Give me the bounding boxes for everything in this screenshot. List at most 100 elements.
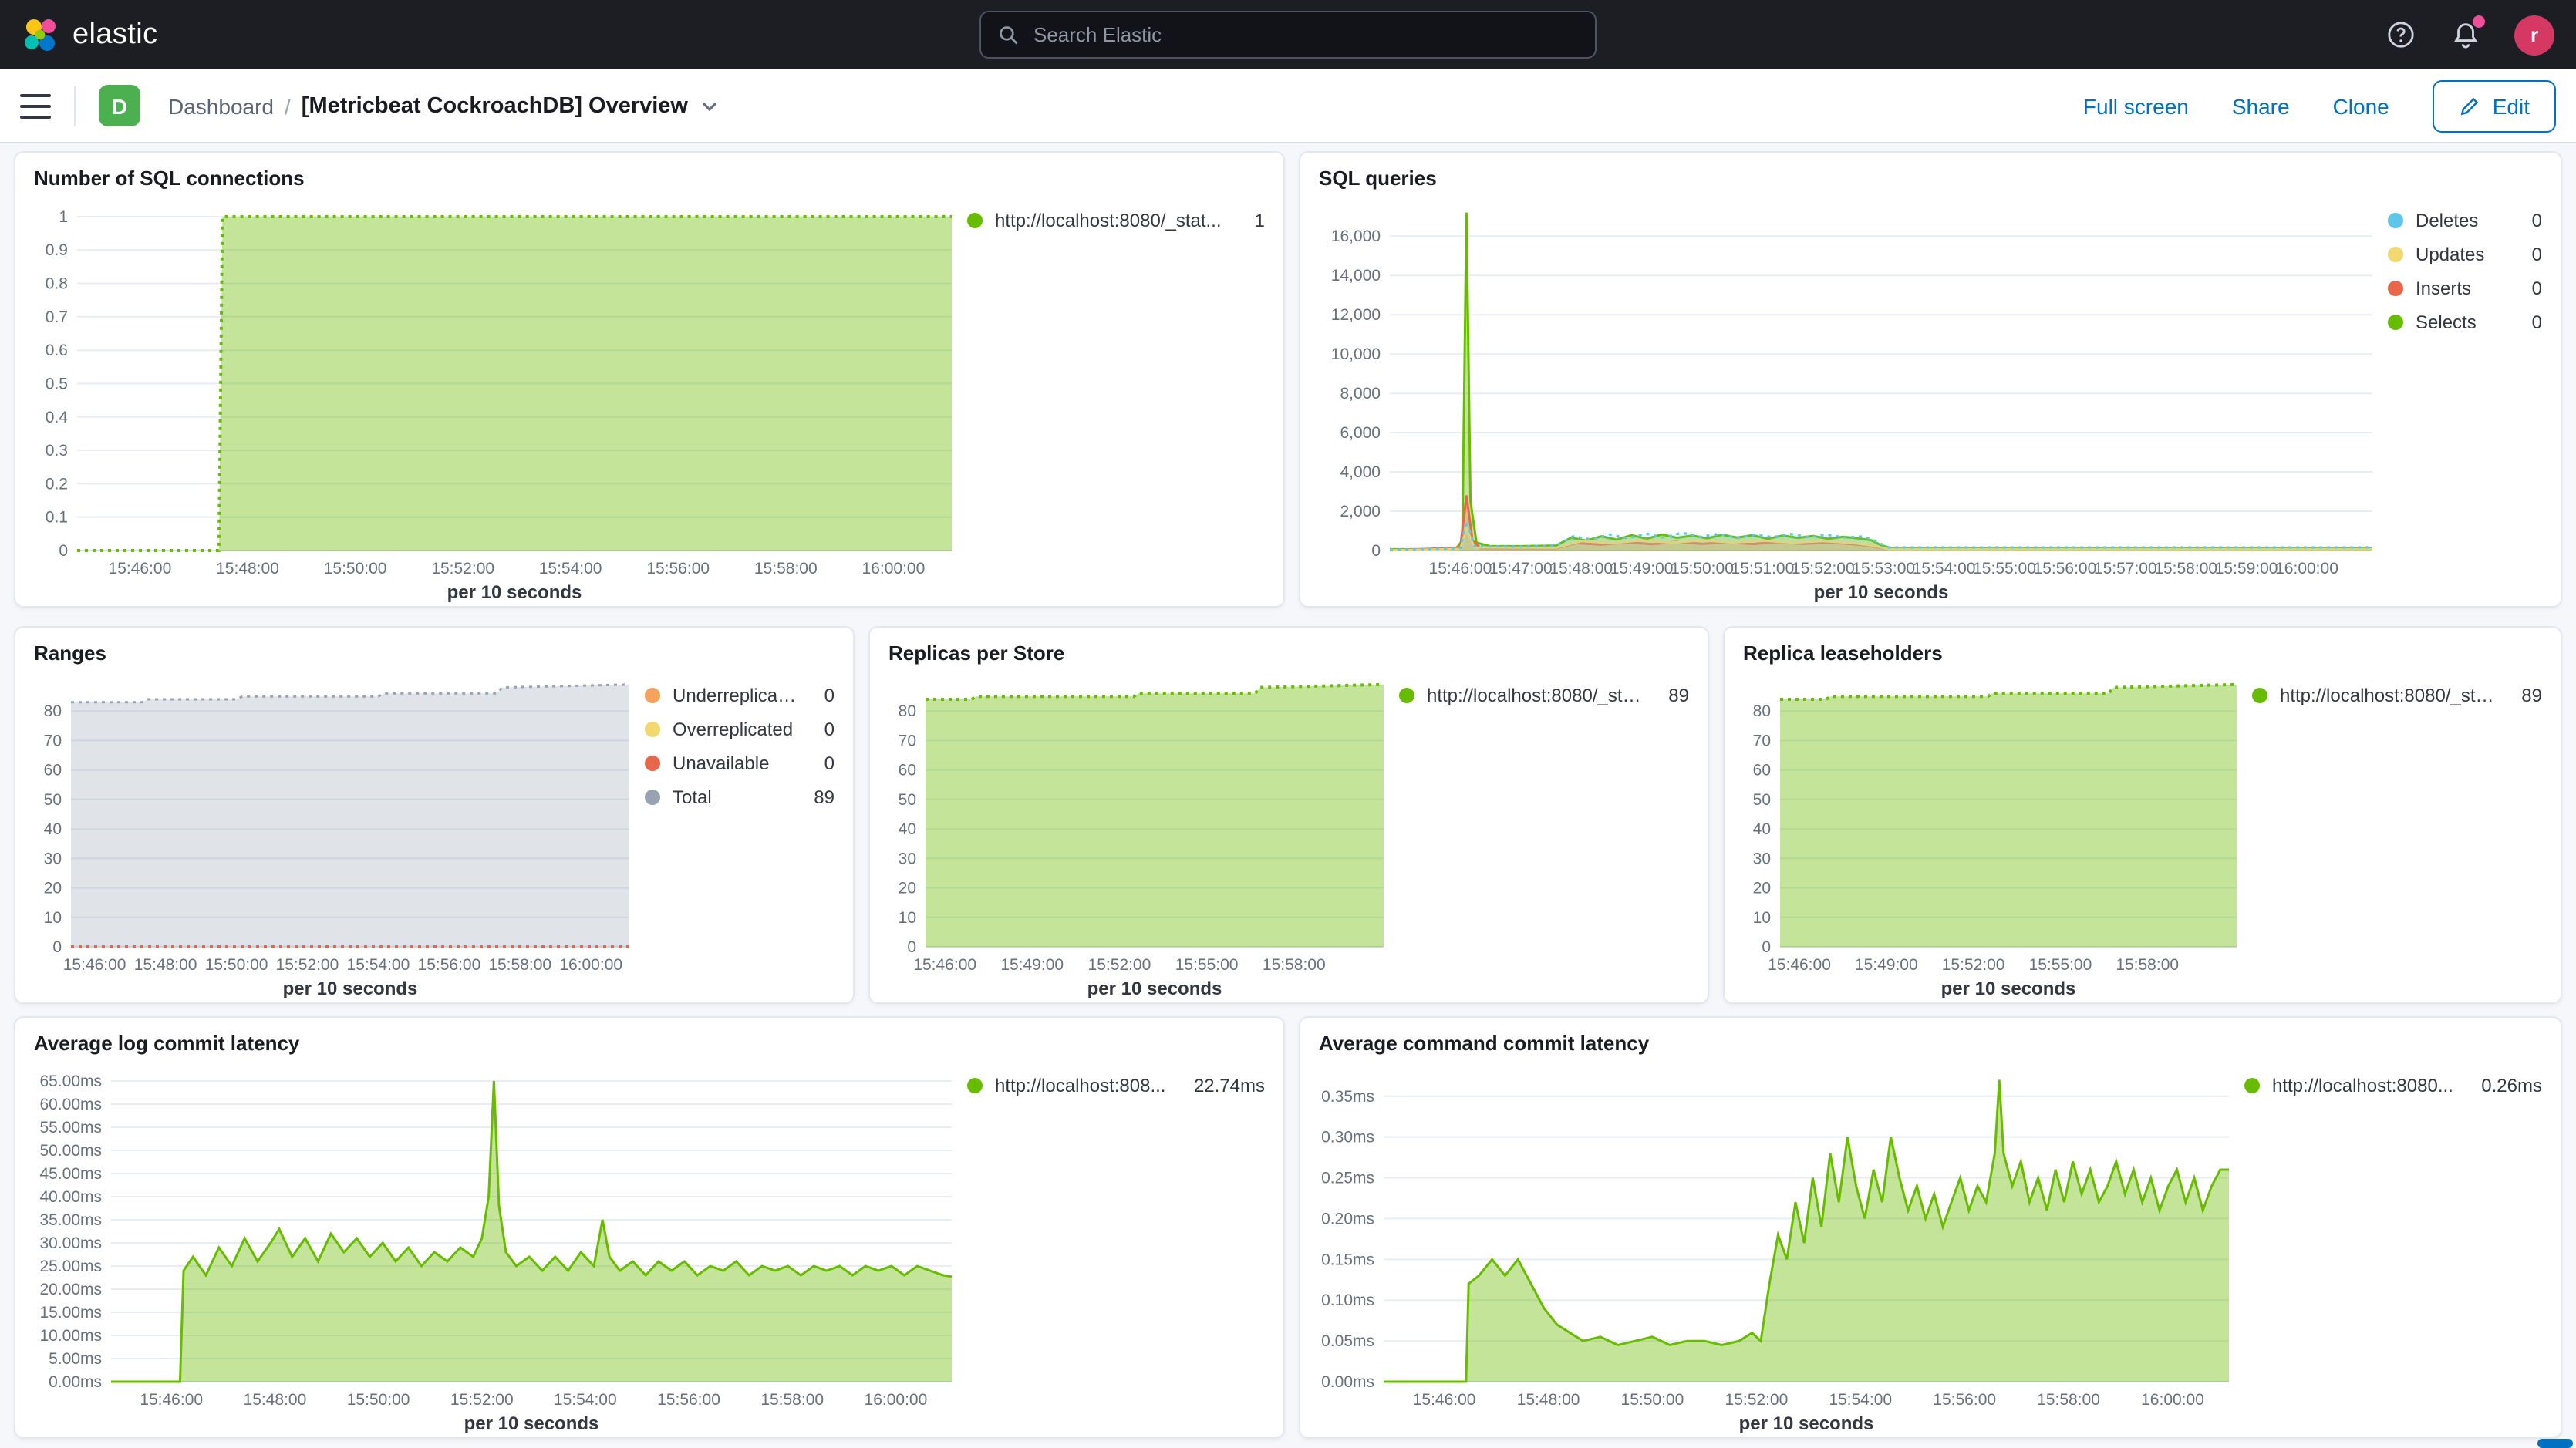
legend-item[interactable]: Overreplicated0 bbox=[645, 719, 835, 740]
svg-text:20: 20 bbox=[899, 880, 916, 897]
panel-replica-leaseholders: Replica leaseholders 0102030405060708015… bbox=[1723, 626, 2562, 1004]
global-search-input[interactable]: Search Elastic bbox=[979, 11, 1597, 59]
legend-item[interactable]: http://localhost:8080...0.26ms bbox=[2244, 1075, 2542, 1096]
replica-leaseholders-chart[interactable]: 0102030405060708015:46:0015:49:0015:52:0… bbox=[1725, 666, 2252, 1002]
menu-icon[interactable] bbox=[20, 93, 51, 118]
svg-text:15:46:00: 15:46:00 bbox=[63, 956, 126, 974]
svg-text:0.20ms: 0.20ms bbox=[1321, 1210, 1374, 1227]
clone-button[interactable]: Clone bbox=[2333, 93, 2389, 118]
legend-item[interactable]: Inserts0 bbox=[2388, 278, 2542, 299]
svg-text:15:49:00: 15:49:00 bbox=[1000, 956, 1064, 974]
legend-item[interactable]: Selects0 bbox=[2388, 311, 2542, 333]
pencil-icon bbox=[2459, 95, 2480, 116]
legend-label: http://localhost:8080/_sta... bbox=[1427, 685, 1644, 706]
svg-text:15:48:00: 15:48:00 bbox=[244, 1391, 307, 1409]
panel-title[interactable]: Replica leaseholders bbox=[1725, 628, 2561, 666]
replicas-per-store-chart[interactable]: 0102030405060708015:46:0015:49:0015:52:0… bbox=[870, 666, 1399, 1002]
panel-title[interactable]: Replicas per Store bbox=[870, 628, 1708, 666]
chevron-down-icon[interactable] bbox=[699, 95, 720, 116]
panel-replicas-per-store: Replicas per Store 0102030405060708015:4… bbox=[868, 626, 1709, 1004]
svg-text:0.9: 0.9 bbox=[46, 241, 68, 259]
legend-item[interactable]: http://localhost:8080/_sta...89 bbox=[1399, 685, 1689, 706]
share-button[interactable]: Share bbox=[2232, 93, 2290, 118]
legend-value: 0 bbox=[2520, 311, 2542, 333]
legend-value: 1 bbox=[1242, 210, 1265, 231]
svg-text:50.00ms: 50.00ms bbox=[39, 1142, 102, 1160]
svg-text:15:48:00: 15:48:00 bbox=[1549, 560, 1613, 578]
svg-text:50: 50 bbox=[899, 791, 916, 809]
log-commit-latency-chart[interactable]: 0.00ms5.00ms10.00ms15.00ms20.00ms25.00ms… bbox=[15, 1056, 967, 1437]
svg-text:15:58:00: 15:58:00 bbox=[760, 1391, 824, 1409]
breadcrumb-dashboard-link[interactable]: Dashboard bbox=[168, 93, 274, 118]
legend-item[interactable]: http://localhost:808...22.74ms bbox=[967, 1075, 1265, 1096]
breadcrumb-separator: / bbox=[285, 93, 291, 118]
svg-text:40.00ms: 40.00ms bbox=[39, 1188, 102, 1206]
brand-text: elastic bbox=[72, 18, 158, 52]
edit-button-label: Edit bbox=[2493, 93, 2530, 118]
svg-text:15:58:00: 15:58:00 bbox=[754, 560, 818, 578]
legend-label: Updates bbox=[2416, 244, 2484, 265]
svg-text:0.5: 0.5 bbox=[46, 375, 68, 392]
sql-queries-chart[interactable]: 02,0004,0006,0008,00010,00012,00014,0001… bbox=[1300, 191, 2388, 606]
svg-text:16:00:00: 16:00:00 bbox=[862, 560, 926, 578]
legend-value: 89 bbox=[2509, 685, 2542, 706]
svg-text:15:50:00: 15:50:00 bbox=[205, 956, 268, 974]
svg-text:15:54:00: 15:54:00 bbox=[539, 560, 602, 578]
legend-label: http://localhost:8080... bbox=[2272, 1075, 2453, 1096]
svg-text:15:46:00: 15:46:00 bbox=[913, 956, 976, 974]
legend-item[interactable]: Deletes0 bbox=[2388, 210, 2542, 231]
svg-text:65.00ms: 65.00ms bbox=[39, 1073, 102, 1090]
svg-text:15:58:00: 15:58:00 bbox=[1263, 956, 1326, 974]
legend-item[interactable]: Underreplicated0 bbox=[645, 685, 835, 706]
svg-text:30: 30 bbox=[1753, 850, 1771, 867]
full-screen-button[interactable]: Full screen bbox=[2083, 93, 2189, 118]
help-icon[interactable] bbox=[2385, 19, 2416, 50]
notification-badge bbox=[2473, 15, 2485, 27]
panel-title[interactable]: Number of SQL connections bbox=[15, 153, 1283, 191]
panel-title[interactable]: Ranges bbox=[15, 628, 853, 666]
svg-text:15:48:00: 15:48:00 bbox=[1517, 1391, 1580, 1409]
notifications-icon[interactable] bbox=[2450, 19, 2480, 50]
svg-text:16:00:00: 16:00:00 bbox=[2141, 1391, 2204, 1409]
panel-sql-connections: Number of SQL connections 00.10.20.30.40… bbox=[14, 151, 1285, 608]
svg-text:0: 0 bbox=[52, 938, 62, 956]
legend-item[interactable]: Updates0 bbox=[2388, 244, 2542, 265]
svg-text:5.00ms: 5.00ms bbox=[49, 1350, 102, 1368]
svg-text:15:46:00: 15:46:00 bbox=[140, 1391, 203, 1409]
svg-text:8,000: 8,000 bbox=[1340, 385, 1381, 402]
svg-text:15:48:00: 15:48:00 bbox=[216, 560, 279, 578]
panel-title[interactable]: Average log commit latency bbox=[15, 1018, 1283, 1056]
svg-text:0.00ms: 0.00ms bbox=[1321, 1373, 1374, 1391]
user-avatar[interactable]: r bbox=[2514, 15, 2554, 55]
brand[interactable]: elastic bbox=[22, 16, 158, 53]
svg-text:14,000: 14,000 bbox=[1331, 267, 1381, 285]
svg-text:15:54:00: 15:54:00 bbox=[1829, 1391, 1892, 1409]
svg-text:30.00ms: 30.00ms bbox=[39, 1234, 102, 1252]
legend-item[interactable]: Unavailable0 bbox=[645, 753, 835, 774]
series-color-dot bbox=[2388, 247, 2403, 262]
panel-title[interactable]: SQL queries bbox=[1300, 153, 2561, 191]
svg-text:0.8: 0.8 bbox=[46, 275, 68, 293]
legend-item[interactable]: Total89 bbox=[645, 786, 835, 808]
svg-text:15:46:00: 15:46:00 bbox=[1768, 956, 1831, 974]
sql-connections-chart[interactable]: 00.10.20.30.40.50.60.70.80.9115:46:0015:… bbox=[15, 191, 967, 606]
edit-button[interactable]: Edit bbox=[2433, 79, 2556, 132]
search-placeholder: Search Elastic bbox=[1033, 23, 1162, 46]
bottom-scroll-indicator[interactable] bbox=[2537, 1439, 2573, 1448]
ranges-chart[interactable]: 0102030405060708015:46:0015:48:0015:50:0… bbox=[15, 666, 645, 1002]
space-badge[interactable]: D bbox=[99, 85, 140, 126]
svg-text:15:56:00: 15:56:00 bbox=[418, 956, 481, 974]
page-title: [Metricbeat CockroachDB] Overview bbox=[302, 93, 688, 118]
svg-text:60: 60 bbox=[1753, 762, 1771, 780]
legend-item[interactable]: http://localhost:8080/_sta...89 bbox=[2252, 685, 2542, 706]
svg-text:15:46:00: 15:46:00 bbox=[1413, 1391, 1476, 1409]
legend-item[interactable]: http://localhost:8080/_stat...1 bbox=[967, 210, 1265, 231]
legend-value: 22.74ms bbox=[1182, 1075, 1265, 1096]
svg-text:10: 10 bbox=[1753, 909, 1771, 927]
series-color-dot bbox=[2388, 315, 2403, 330]
panel-title[interactable]: Average command commit latency bbox=[1300, 1018, 2561, 1056]
series-color-dot bbox=[645, 790, 660, 805]
svg-text:0: 0 bbox=[1762, 938, 1771, 956]
svg-text:15:50:00: 15:50:00 bbox=[1621, 1391, 1684, 1409]
command-commit-latency-chart[interactable]: 0.00ms0.05ms0.10ms0.15ms0.20ms0.25ms0.30… bbox=[1300, 1056, 2244, 1437]
